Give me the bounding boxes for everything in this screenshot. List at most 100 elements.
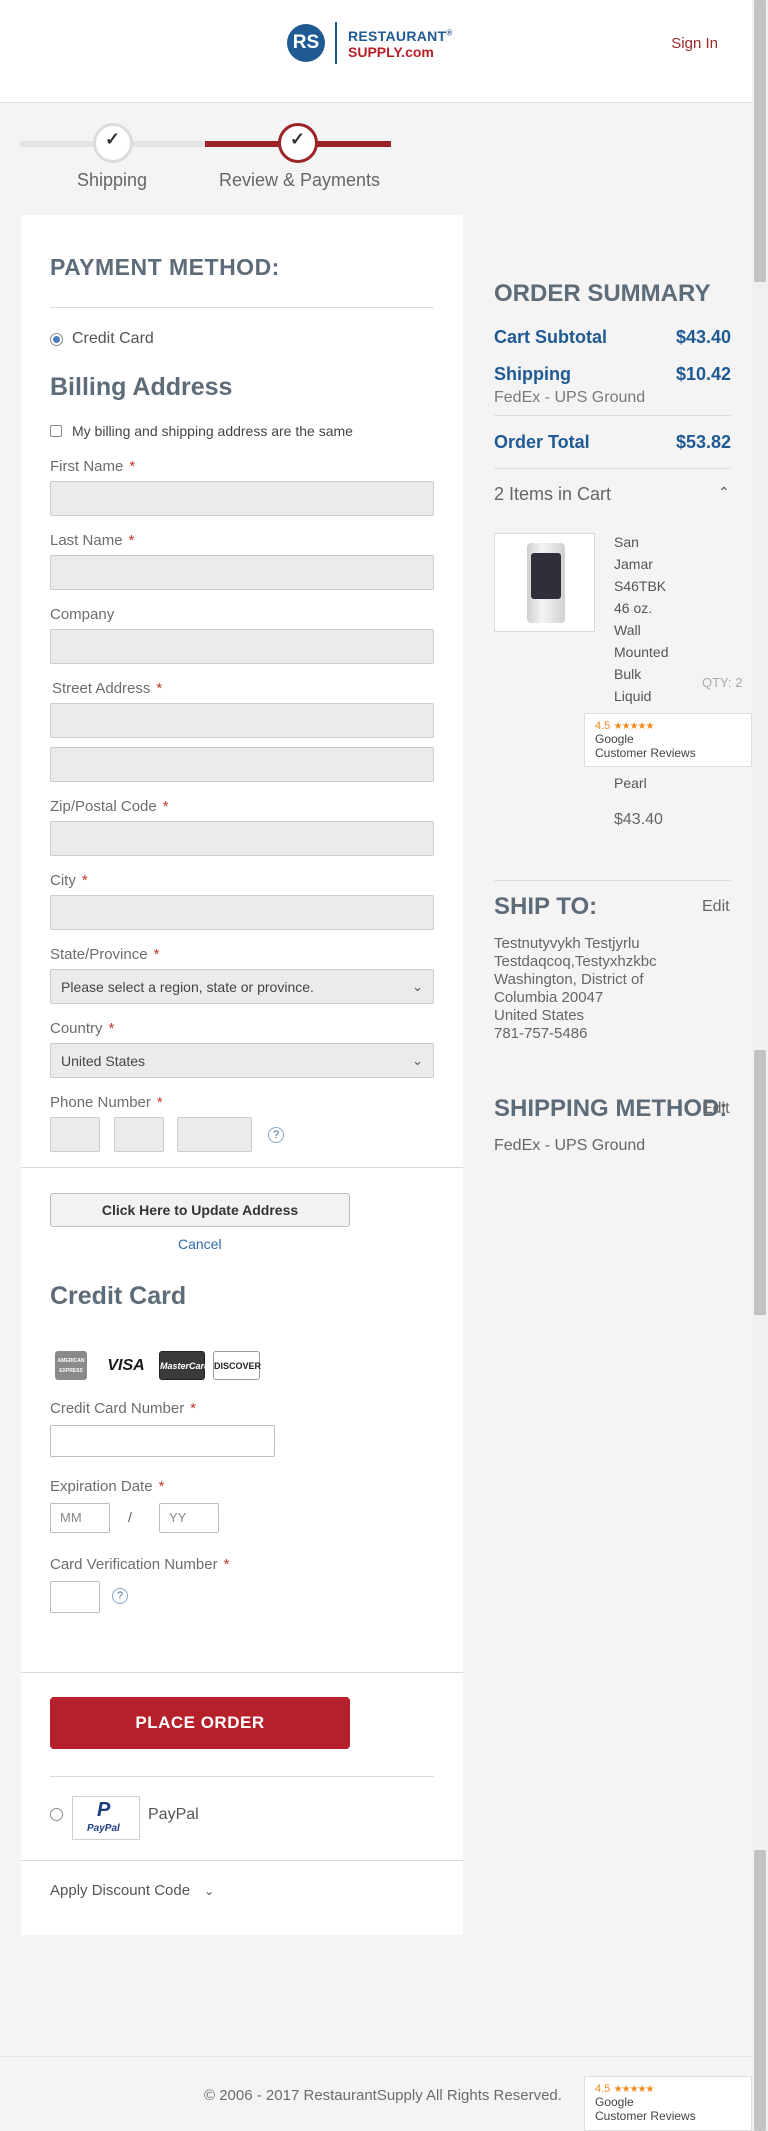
cancel-link[interactable]: Cancel bbox=[178, 1236, 222, 1252]
items-in-cart-toggle[interactable]: 2 Items in Cart bbox=[494, 484, 611, 505]
product-price: $43.40 bbox=[614, 811, 663, 828]
scrollbar-thumb-inner[interactable] bbox=[754, 1050, 766, 1315]
cc-number-label: Credit Card Number * bbox=[50, 1400, 197, 1417]
divider bbox=[494, 468, 731, 469]
exp-year-input[interactable]: YY bbox=[159, 1503, 219, 1533]
zip-input[interactable] bbox=[50, 821, 434, 856]
cvv-label: Card Verification Number * bbox=[50, 1556, 230, 1573]
discount-code-toggle[interactable]: Apply Discount Code ⌄ bbox=[50, 1882, 214, 1899]
city-input[interactable] bbox=[50, 895, 434, 930]
phone-area-input[interactable] bbox=[50, 1117, 100, 1152]
paypal-radio[interactable] bbox=[50, 1808, 63, 1821]
phone-line-input[interactable] bbox=[177, 1117, 252, 1152]
divider bbox=[494, 880, 731, 881]
phone-prefix-input[interactable] bbox=[114, 1117, 164, 1152]
divider bbox=[50, 1776, 434, 1777]
shipping-row: Shipping $10.42 bbox=[494, 364, 731, 385]
phone-help-icon[interactable]: ? bbox=[268, 1127, 284, 1143]
rating-stars: ★★★★★ bbox=[613, 2084, 655, 2095]
state-label: State/Province * bbox=[50, 946, 160, 963]
paypal-label[interactable]: PayPal bbox=[148, 1806, 199, 1824]
exp-month-input[interactable]: MM bbox=[50, 1503, 110, 1533]
shipping-method-edit-link[interactable]: Edit bbox=[702, 1100, 730, 1118]
logo-mark[interactable]: RS bbox=[287, 24, 325, 62]
cvv-help-icon[interactable]: ? bbox=[112, 1588, 128, 1604]
product-qty: QTY: 2 bbox=[702, 675, 743, 690]
street-address-label: Street Address * bbox=[52, 680, 163, 697]
street-address-line1-input[interactable] bbox=[50, 703, 434, 738]
last-name-label: Last Name * bbox=[50, 532, 135, 549]
step-review-circle: ✓ bbox=[278, 123, 318, 163]
scrollbar-thumb[interactable] bbox=[754, 0, 766, 282]
scrollbar-thumb-lower[interactable] bbox=[754, 1850, 766, 2131]
billing-address-title: Billing Address bbox=[50, 373, 233, 401]
company-input[interactable] bbox=[50, 629, 434, 664]
paypal-logo[interactable]: P PayPal bbox=[72, 1796, 140, 1840]
phone-label: Phone Number * bbox=[50, 1094, 163, 1111]
payment-method-title: PAYMENT METHOD: bbox=[50, 254, 280, 280]
step-label-shipping[interactable]: Shipping bbox=[77, 170, 147, 191]
shipping-method-summary: FedEx - UPS Ground bbox=[494, 389, 646, 406]
google-reviews-badge-footer[interactable]: 4.5 ★★★★★ Google Customer Reviews bbox=[584, 2076, 752, 2131]
expiration-label: Expiration Date * bbox=[50, 1478, 165, 1495]
divider bbox=[21, 1860, 463, 1861]
logo-text-restaurant[interactable]: RESTAURANT® bbox=[348, 28, 453, 44]
shipping-method-title: SHIPPING METHOD: bbox=[494, 1095, 728, 1122]
paypal-logo-text: PayPal bbox=[87, 1823, 120, 1834]
product-name: San Jamar S46TBK 46 oz. Wall Mounted Bul… bbox=[614, 534, 669, 704]
chevron-down-icon: ⌄ bbox=[412, 1053, 423, 1068]
checkmark-icon: ✓ bbox=[290, 129, 306, 149]
credit-card-title: Credit Card bbox=[50, 1282, 187, 1310]
cart-subtotal-value: $43.40 bbox=[675, 327, 731, 347]
order-total-value: $53.82 bbox=[675, 432, 731, 452]
checkmark-icon: ✓ bbox=[105, 129, 121, 149]
chevron-up-icon[interactable]: ⌃ bbox=[718, 484, 730, 501]
country-label: Country * bbox=[50, 1020, 115, 1037]
shipping-value: $10.42 bbox=[675, 364, 731, 384]
order-total-label: Order Total bbox=[494, 432, 590, 452]
discover-card-icon: DISCOVER bbox=[213, 1351, 261, 1380]
street-address-line2-input[interactable] bbox=[50, 747, 434, 782]
same-address-checkbox[interactable] bbox=[50, 425, 62, 437]
zip-label: Zip/Postal Code * bbox=[50, 798, 169, 815]
google-reviews-badge-side[interactable]: 4.5 ★★★★★ Google Customer Reviews bbox=[584, 713, 752, 767]
ship-to-edit-link[interactable]: Edit bbox=[702, 898, 730, 916]
footer-divider bbox=[0, 2056, 752, 2057]
ship-to-title: SHIP TO: bbox=[494, 893, 598, 920]
chevron-down-icon: ⌄ bbox=[412, 979, 423, 994]
city-label: City * bbox=[50, 872, 88, 889]
divider bbox=[494, 415, 731, 416]
visa-card-icon: VISA bbox=[107, 1357, 145, 1374]
first-name-input[interactable] bbox=[50, 481, 434, 516]
step-shipping-circle[interactable]: ✓ bbox=[93, 123, 133, 163]
cc-number-input[interactable] bbox=[50, 1425, 275, 1457]
step-label-review: Review & Payments bbox=[219, 170, 381, 190]
site-header: RS RESTAURANT® SUPPLY.com Sign In bbox=[0, 0, 752, 103]
logo-text-supply[interactable]: SUPPLY.com bbox=[348, 44, 434, 60]
state-select[interactable]: Please select a region, state or provinc… bbox=[50, 969, 434, 1004]
cart-subtotal-label: Cart Subtotal bbox=[494, 327, 608, 347]
logo-divider bbox=[335, 22, 337, 64]
shipping-label: Shipping bbox=[494, 364, 571, 384]
cart-subtotal-row: Cart Subtotal $43.40 bbox=[494, 327, 731, 348]
mastercard-card-icon: MasterCard bbox=[159, 1351, 210, 1380]
country-select[interactable]: United States ⌄ bbox=[50, 1043, 434, 1078]
divider bbox=[21, 1672, 463, 1673]
credit-card-option-label[interactable]: Credit Card bbox=[72, 330, 154, 348]
divider bbox=[21, 1167, 463, 1168]
place-order-button[interactable]: PLACE ORDER bbox=[50, 1697, 350, 1749]
soap-dispenser-graphic bbox=[527, 543, 565, 623]
cvv-input[interactable] bbox=[50, 1581, 100, 1613]
credit-card-radio[interactable] bbox=[50, 333, 63, 346]
product-image bbox=[494, 533, 595, 632]
order-summary-title: ORDER SUMMARY bbox=[494, 280, 711, 307]
last-name-input[interactable] bbox=[50, 555, 434, 590]
divider bbox=[50, 307, 434, 308]
first-name-label: First Name * bbox=[50, 458, 136, 475]
ship-to-address: Testnutyvykh Testjyrlu Testdaqcoq,Testyx… bbox=[494, 935, 657, 1042]
same-address-label[interactable]: My billing and shipping address are the … bbox=[72, 423, 353, 439]
chevron-down-icon: ⌄ bbox=[204, 1884, 215, 1898]
update-address-button[interactable]: Click Here to Update Address bbox=[50, 1193, 350, 1227]
order-total-row: Order Total $53.82 bbox=[494, 432, 731, 453]
sign-in-link[interactable]: Sign In bbox=[671, 35, 718, 52]
